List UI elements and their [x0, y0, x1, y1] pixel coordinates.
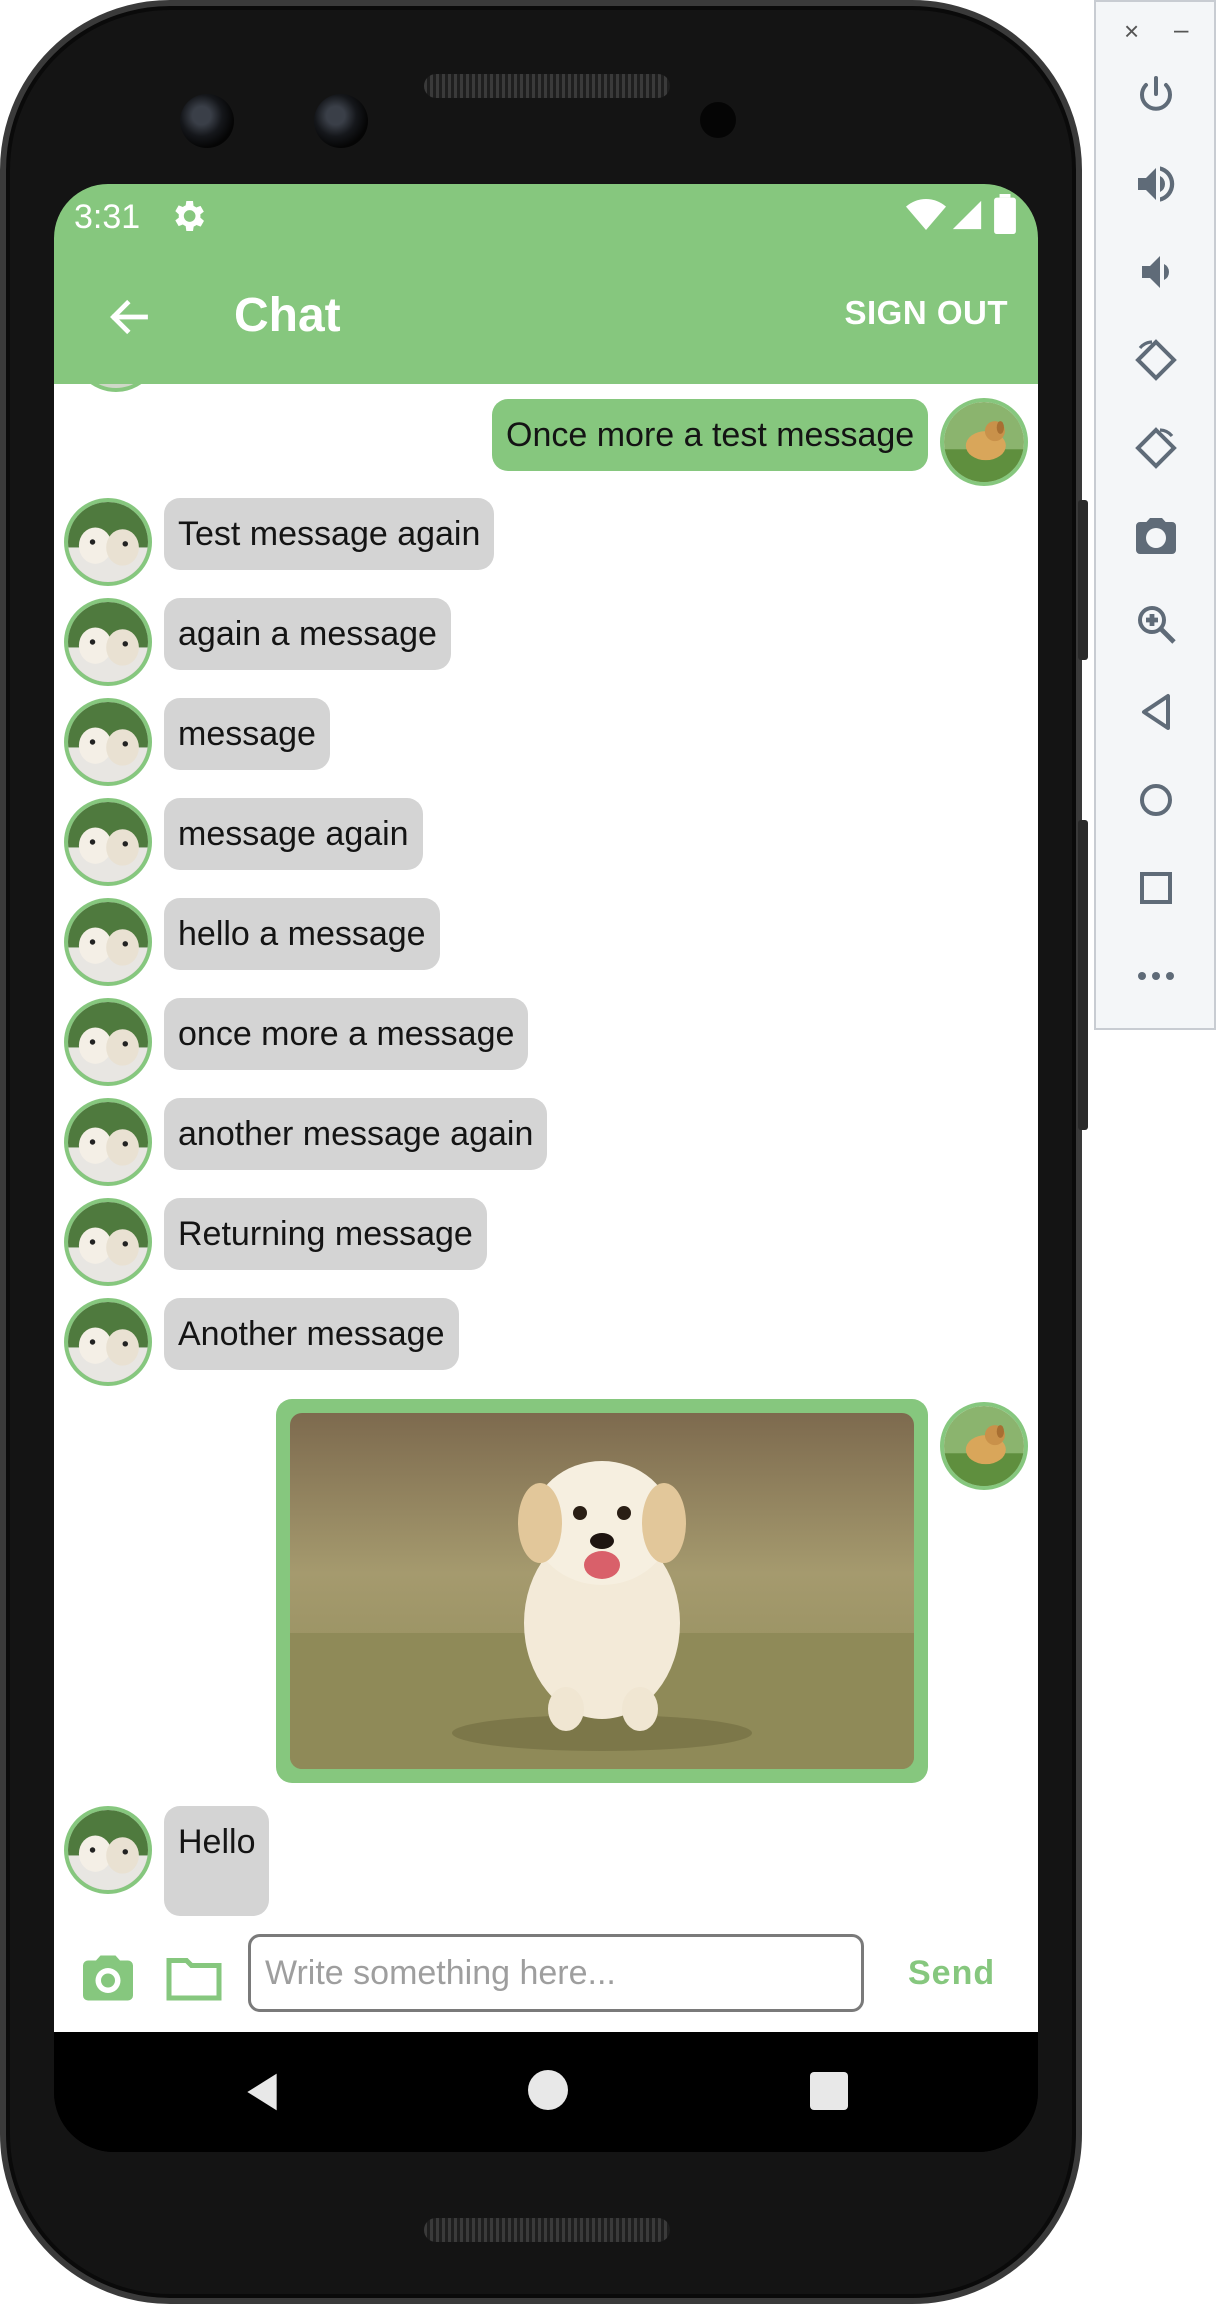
app-bar: Chat SIGN OUT [54, 248, 1038, 384]
nav-recents-icon[interactable] [810, 2072, 848, 2110]
contact-avatar [64, 1806, 152, 1894]
phone-frame: 3:31 Chat SIGN OUT Once more a test mess… [0, 0, 1082, 2304]
incoming-message-bubble[interactable]: message again [164, 798, 423, 870]
message-input[interactable] [248, 1934, 864, 2012]
incoming-message-bubble[interactable]: hello a message [164, 898, 440, 970]
folder-icon[interactable] [164, 1952, 224, 2004]
contact-avatar [64, 798, 152, 886]
volume-down-icon[interactable] [1132, 248, 1180, 296]
send-button[interactable]: Send [908, 1954, 995, 1993]
front-camera-icon [314, 94, 368, 148]
contact-avatar [64, 698, 152, 786]
nav-home-icon[interactable] [528, 2070, 568, 2110]
system-navigation-bar [54, 2032, 1038, 2152]
incoming-message-bubble[interactable]: another message again [164, 1098, 548, 1170]
volume-up-icon[interactable] [1132, 160, 1180, 208]
sign-out-button[interactable]: SIGN OUT [844, 294, 1008, 332]
status-bar: 3:31 [54, 184, 1038, 248]
contact-avatar [64, 898, 152, 986]
puppy-photo [290, 1413, 914, 1769]
nav-back-icon[interactable] [240, 2070, 284, 2114]
proximity-sensor [700, 102, 736, 138]
overview-icon[interactable] [1132, 864, 1180, 912]
back-arrow-button[interactable] [94, 282, 164, 352]
status-time: 3:31 [74, 198, 141, 236]
contact-avatar [64, 598, 152, 686]
avatar [72, 384, 160, 392]
minimize-icon[interactable]: – [1174, 14, 1188, 45]
screenshot-camera-icon[interactable] [1132, 512, 1180, 560]
incoming-message-bubble[interactable]: Returning message [164, 1198, 487, 1270]
incoming-message-bubble[interactable]: again a message [164, 598, 451, 670]
bottom-speaker [424, 2218, 670, 2242]
earpiece-speaker [424, 74, 670, 98]
home-icon[interactable] [1132, 776, 1180, 824]
my-avatar [940, 1402, 1028, 1490]
incoming-message-bubble[interactable]: message [164, 698, 330, 770]
hardware-power-button [1078, 500, 1088, 660]
my-avatar [940, 398, 1028, 486]
zoom-icon[interactable] [1132, 600, 1180, 648]
rotate-right-icon[interactable] [1132, 424, 1180, 472]
contact-avatar [64, 1098, 152, 1186]
contact-avatar [64, 498, 152, 586]
settings-gear-icon [175, 201, 204, 231]
incoming-message-bubble[interactable]: Hello [164, 1806, 270, 1916]
camera-icon[interactable] [78, 1948, 138, 2008]
battery-icon [994, 194, 1016, 234]
wifi-icon [906, 199, 946, 230]
power-icon[interactable] [1132, 72, 1180, 120]
hardware-volume-button [1078, 820, 1088, 1130]
cell-signal-icon [952, 200, 982, 230]
incoming-message-bubble[interactable]: Test message again [164, 498, 495, 570]
close-icon[interactable]: × [1124, 16, 1139, 47]
contact-avatar [64, 1198, 152, 1286]
outgoing-message-bubble[interactable]: Once more a test message [492, 399, 929, 471]
contact-avatar [64, 998, 152, 1086]
chat-message-list[interactable]: Once more a test message Test message ag… [54, 384, 1038, 1932]
emulator-toolbar: × – [1094, 0, 1216, 1030]
outgoing-image-message[interactable] [276, 1399, 928, 1783]
front-camera-icon [180, 94, 234, 148]
contact-avatar [64, 1298, 152, 1386]
device-screen: 3:31 Chat SIGN OUT Once more a test mess… [54, 184, 1038, 2152]
page-title: Chat [234, 289, 341, 342]
back-arrow-icon [110, 299, 148, 335]
message-composer: Send [54, 1932, 1038, 2032]
rotate-left-icon[interactable] [1132, 336, 1180, 384]
incoming-message-bubble[interactable]: Another message [164, 1298, 459, 1370]
incoming-message-bubble[interactable]: once more a message [164, 998, 529, 1070]
back-icon[interactable] [1132, 688, 1180, 736]
more-icon[interactable] [1132, 952, 1180, 1000]
